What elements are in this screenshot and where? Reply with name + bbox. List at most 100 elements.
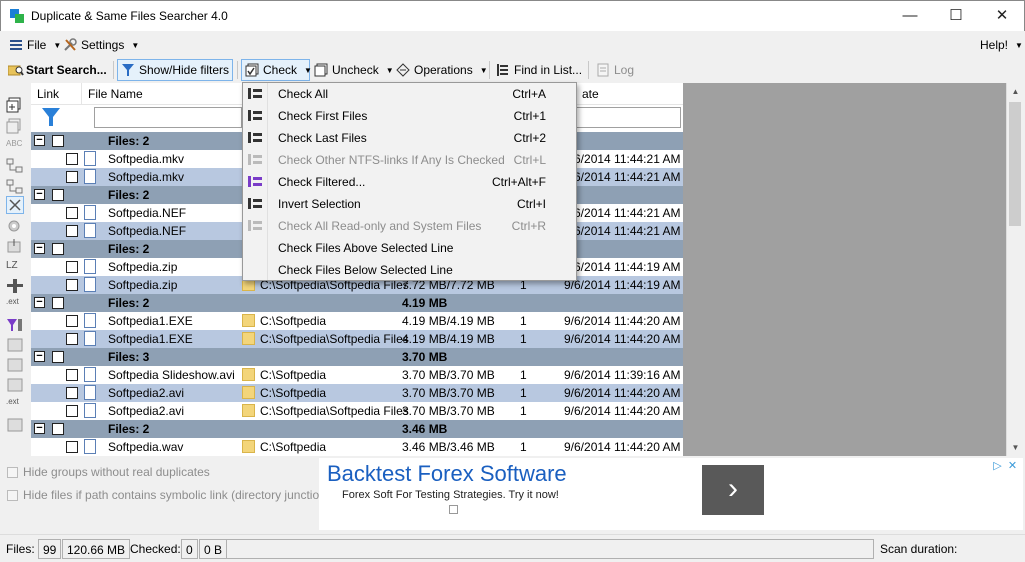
group-checkbox[interactable] [52,351,64,363]
file-checkbox[interactable] [66,315,78,327]
group-checkbox[interactable] [52,423,64,435]
move-icon[interactable] [6,238,24,254]
log-button[interactable]: Log [593,59,637,81]
select-group3-icon[interactable] [6,377,24,393]
hide-symlinks-checkbox[interactable] [7,489,18,501]
hide-symlinks-option[interactable]: Hide files if path contains symbolic lin… [7,488,330,502]
check-menu-item[interactable]: Check All Ctrl+A [243,83,576,105]
settings-menu[interactable]: Settings ▼ [63,36,139,54]
ad-title[interactable]: Backtest Forex Software [327,461,567,487]
column-header-file-name[interactable]: File Name [81,83,241,105]
check-menu-item[interactable]: Check Filtered... Ctrl+Alt+F [243,171,576,193]
operations-menu-button[interactable]: Operations ▼ [393,59,491,81]
file-date: 9/6/2014 11:44:20 AM [564,314,681,328]
file-checkbox[interactable] [66,207,78,219]
select-group-icon[interactable] [6,337,24,353]
filter-purple-icon[interactable] [6,317,24,333]
file-row[interactable]: Softpedia.wav C:\Softpedia 3.46 MB/3.46 MB… [31,438,683,456]
file-row[interactable]: Softpedia Slideshow.avi C:\Softpedia 3.70 … [31,366,683,384]
tree-compare-icon[interactable] [6,179,24,195]
file-row[interactable]: Softpedia1.EXE C:\Softpedia 4.19 MB/4.19 M… [31,312,683,330]
file-checkbox[interactable] [66,153,78,165]
scroll-up-icon[interactable]: ▲ [1007,83,1024,100]
file-menu[interactable]: File ▼ [9,36,61,54]
file-row[interactable]: Softpedia2.avi C:\Softpedia 3.70 MB/3.70 M… [31,384,683,402]
file-checkbox[interactable] [66,279,78,291]
folder-icon [242,368,255,381]
scroll-down-icon[interactable]: ▼ [1007,439,1024,456]
file-icon [84,205,96,220]
check-menu-button[interactable]: Check ▼ [241,59,312,81]
check-menu-item[interactable]: Check First Files Ctrl+1 [243,105,576,127]
hide-groups-checkbox[interactable] [7,466,18,478]
delete-icon[interactable] [6,196,24,214]
column-header-link[interactable]: Link [31,83,81,105]
file-checkbox[interactable] [66,225,78,237]
add-folder-icon[interactable] [6,97,24,113]
scroll-thumb[interactable] [1009,102,1021,226]
file-checkbox[interactable] [66,405,78,417]
ext2-icon[interactable]: .ext [6,397,24,413]
group-checkbox[interactable] [52,135,64,147]
tree-icon[interactable] [6,158,24,174]
close-button[interactable]: ✕ [979,1,1025,31]
group-label: Files: 2 [108,296,150,310]
list-icon[interactable] [6,417,24,433]
file-checkbox[interactable] [66,171,78,183]
file-row[interactable]: Softpedia1.EXE C:\Softpedia\Softpedia Fil… [31,330,683,348]
hide-groups-option[interactable]: Hide groups without real duplicates [7,465,210,479]
link-icon[interactable] [6,278,24,294]
find-in-list-button[interactable]: Find in List... [493,59,585,81]
check-menu-item[interactable]: Check Other NTFS-links If Any Is Checked… [243,149,576,171]
date-filter-input[interactable] [576,107,681,128]
show-hide-filters-button[interactable]: Show/Hide filters [117,59,234,81]
collapse-icon[interactable]: − [34,423,45,434]
column-header-date[interactable]: ate [576,83,683,105]
ad-close-icon[interactable]: ✕ [1006,460,1019,473]
vertical-scrollbar[interactable]: ▲ ▼ [1006,83,1023,456]
folder-icon [242,404,255,417]
copy-icon[interactable] [6,118,24,134]
link-count: 1 [520,314,527,328]
group-checkbox[interactable] [52,189,64,201]
check-menu-item[interactable]: Invert Selection Ctrl+I [243,193,576,215]
group-checkbox[interactable] [52,297,64,309]
collapse-icon[interactable]: − [34,189,45,200]
collapse-icon[interactable]: − [34,243,45,254]
minimize-button[interactable]: — [887,1,933,31]
collapse-icon[interactable]: − [34,351,45,362]
file-checkbox[interactable] [66,261,78,273]
ext-icon[interactable]: .ext [6,297,24,313]
check-menu-item[interactable]: Check Files Below Selected Line [243,259,576,281]
check-menu-item[interactable]: Check Last Files Ctrl+2 [243,127,576,149]
file-checkbox[interactable] [66,387,78,399]
check-menu-item[interactable]: Check Files Above Selected Line [243,237,576,259]
group-row[interactable]: − Files: 2 4.19 MB [31,294,683,312]
uncheck-menu-button[interactable]: Uncheck ▼ [311,59,397,81]
select-group2-icon[interactable] [6,357,24,373]
group-row[interactable]: − Files: 2 3.46 MB [31,420,683,438]
ad-arrow-button[interactable]: › [702,465,764,515]
settings-gear-icon[interactable] [6,218,24,234]
maximize-button[interactable]: ☐ [933,1,979,31]
check-menu-item[interactable]: Check All Read-only and System Files Ctrl… [243,215,576,237]
file-name: Softpedia2.avi [108,386,185,400]
lz-icon[interactable]: LZ [6,260,24,276]
file-name-filter-input[interactable] [94,107,242,128]
abc-icon[interactable]: ABC [6,139,24,155]
collapse-icon[interactable]: − [34,135,45,146]
hide-groups-label: Hide groups without real duplicates [23,465,210,479]
group-row[interactable]: − Files: 3 3.70 MB [31,348,683,366]
adchoices-icon[interactable]: ▷ [991,460,1004,473]
file-checkbox[interactable] [66,333,78,345]
filter-funnel-icon[interactable] [41,107,61,130]
collapse-icon[interactable]: − [34,297,45,308]
start-search-button[interactable]: Start Search... [5,59,110,81]
help-menu[interactable]: Help! ▼ [980,36,1023,54]
file-checkbox[interactable] [66,369,78,381]
file-checkbox[interactable] [66,441,78,453]
group-checkbox[interactable] [52,243,64,255]
file-icon [84,403,96,418]
ad-banner[interactable]: Backtest Forex Software Forex Soft For T… [319,458,1023,530]
file-row[interactable]: Softpedia2.avi C:\Softpedia\Softpedia Fil… [31,402,683,420]
